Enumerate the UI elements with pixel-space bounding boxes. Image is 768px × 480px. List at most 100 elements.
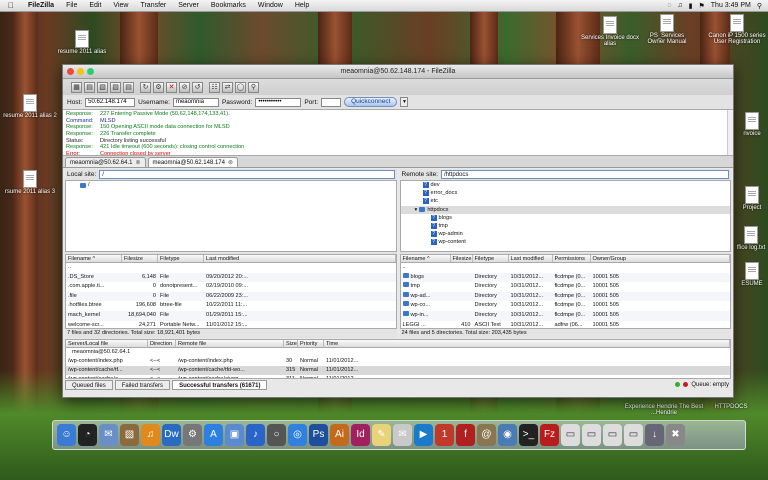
apple-icon[interactable]:  [0,1,22,10]
quickconnect-button[interactable]: Quickconnect [344,97,398,107]
window-icon[interactable]: ▭ [561,424,580,446]
col-last-modified[interactable]: Last modified [204,255,396,262]
photo-icon[interactable]: ▧ [120,424,139,446]
flash-icon[interactable]: f [456,424,475,446]
tree-node[interactable]: ? wp-admin [401,230,731,238]
reconnect-icon[interactable]: ↺ [192,81,203,93]
menu-app[interactable]: FileZilla [22,2,60,9]
mail-icon[interactable]: ✉ [99,424,118,446]
desktop-icon[interactable]: nvoice [736,112,768,137]
remote-tree[interactable]: ? dev? error_docs? etc ▾ httpdocs? blogs? tmp? w… [399,180,731,252]
refresh-icon[interactable]: ↻ [140,81,151,93]
local-path-input[interactable]: / [99,170,395,179]
stamps-icon[interactable]: ✉ [393,424,412,446]
menu-transfer[interactable]: Transfer [134,2,172,9]
process-queue-icon[interactable]: ⚙ [153,81,164,93]
file-row[interactable]: mach_kernel 18,694,040 File 01/29/2011 15:.… [66,310,396,321]
window-icon[interactable]: ▭ [603,424,622,446]
spotlight-icon[interactable]: ⚲ [757,2,762,10]
file-row[interactable]: welcome-scr... 24,271 Portable Netw... 11/0… [66,321,396,328]
site-manager-button[interactable]: ▦ [71,81,82,93]
address-icon[interactable]: @ [477,424,496,446]
menu-server[interactable]: Server [172,2,205,9]
disconnect-icon[interactable]: ⊘ [179,81,190,93]
terminal-icon[interactable]: >_ [519,424,538,446]
clock[interactable]: Thu 3:49 PM [711,2,751,9]
col-direction[interactable]: Direction [148,340,176,347]
password-input[interactable] [255,97,302,107]
menu-view[interactable]: View [107,2,134,9]
tab-connection-2[interactable]: meaomnia@50.62.148.174 ⊗ [147,157,239,167]
local-tree[interactable]: / [65,180,397,252]
col-filename[interactable]: Filename ^ [401,255,451,262]
desktop-icon[interactable]: Project [736,186,768,211]
dashboard-icon[interactable]: ◔ [78,424,97,446]
log-scrollbar[interactable] [727,110,733,155]
finder-icon[interactable]: ☺ [57,424,76,446]
notes-icon[interactable]: ✎ [372,424,391,446]
app-store-icon[interactable]: A [204,424,223,446]
col-time[interactable]: Time [324,340,730,347]
menu-help[interactable]: Help [289,2,315,9]
col-remote-file[interactable]: Remote file [176,340,284,347]
file-row[interactable]: .com.apple.ti... 0 donotpresent... 02/19/20… [66,282,396,292]
toggle-remote-tree-button[interactable]: ▧ [110,81,121,93]
toggle-tree-button[interactable]: ▧ [97,81,108,93]
expand-arrow-icon[interactable]: ▾ [415,206,418,214]
menu-bookmarks[interactable]: Bookmarks [205,2,252,9]
sync-browse-icon[interactable]: ◯ [235,81,246,93]
remote-file-list[interactable]: Filename ^ Filesize Filetype Last modifi… [399,254,731,329]
username-input[interactable] [172,97,219,107]
downloads-icon[interactable]: ↓ [645,424,664,446]
calendar-icon[interactable]: 1 [435,424,454,446]
garageband-icon[interactable]: ♫ [141,424,160,446]
desktop-icon[interactable]: resume 2011 alias 2 [0,94,60,119]
tab-queued-files[interactable]: Queued files [65,379,113,390]
transfer-queue[interactable]: Server/Local file Direction Remote file … [65,339,731,379]
menu-file[interactable]: File [60,2,83,9]
desktop-icon[interactable]: Experience Hendrie The Best ...Hendrie [624,404,704,416]
queue-server-row[interactable]: meaomnia@50.62.64.1 [66,348,730,357]
file-row[interactable]: .hotfiles.btree 196,608 btree-file 10/22/20… [66,301,396,311]
window-icon[interactable]: ▭ [582,424,601,446]
facetime-icon[interactable]: ▶ [414,424,433,446]
title-bar[interactable]: meaomnia@50.62.148.174 - FileZilla [63,65,733,79]
tree-node[interactable]: ? error_docs [401,189,731,197]
desktop-icon[interactable]: ffice log.txt [734,226,768,251]
col-filename[interactable]: Filename ^ [66,255,122,262]
port-input[interactable] [321,97,342,107]
safari-icon[interactable]: ◎ [288,424,307,446]
col-last-modified[interactable]: Last modified [509,255,553,262]
tab-connection-1[interactable]: meaomnia@50.62.64.1 ⊗ [65,157,146,167]
file-row[interactable]: LEGGI ... 410 ASCII Text 10/31/2012... adfrw… [401,321,731,328]
remote-path-input[interactable]: /httpdocs [441,170,729,179]
toggle-log-button[interactable]: ▤ [84,81,95,93]
col-permissions[interactable]: Permissions [553,255,591,262]
file-row[interactable]: tmp Directory 10/31/2012... flcdmpe (0... 10… [401,282,731,292]
tab-successful-transfers[interactable]: Successful transfers (61671) [172,379,268,390]
filezilla-icon[interactable]: Fz [540,424,559,446]
tree-node[interactable]: / [66,181,396,189]
tree-node[interactable]: ? wp-content [401,238,731,246]
volume-icon[interactable]: ♫ [677,2,682,9]
queue-row[interactable]: /wp-content/cache/a... <--< /wp-content/ca… [66,375,730,378]
file-row[interactable]: wp-co... Directory 10/31/2012... flcdmpe (0… [401,301,731,311]
desktop-icon[interactable]: Services Invoice docx alias [580,16,640,47]
col-priority[interactable]: Priority [298,340,324,347]
system-prefs-icon[interactable]: ⚙ [183,424,202,446]
zoom-window-button[interactable] [87,68,94,75]
file-row[interactable]: .. [401,263,731,273]
tree-node[interactable]: ? dev [401,181,731,189]
wifi-icon[interactable]: ◌ [667,2,671,9]
quickconnect-dropdown[interactable]: ▼ [400,97,409,107]
tab-failed-transfers[interactable]: Failed transfers [114,379,171,390]
file-row[interactable]: .file 0 File 06/22/2009 23:... [66,291,396,302]
close-window-button[interactable] [67,68,74,75]
col-owner-group[interactable]: Owner/Group [591,255,730,262]
col-server-local[interactable]: Server/Local file [66,340,148,347]
desktop-icon[interactable]: HTTPDOCS [706,404,756,410]
preview-icon[interactable]: ▣ [225,424,244,446]
close-tab-icon[interactable]: ⊗ [135,158,140,167]
file-row[interactable]: wp-in... Directory 10/31/2012... flcdmpe (0… [400,310,730,321]
filter-icon[interactable]: ☷ [209,81,220,93]
